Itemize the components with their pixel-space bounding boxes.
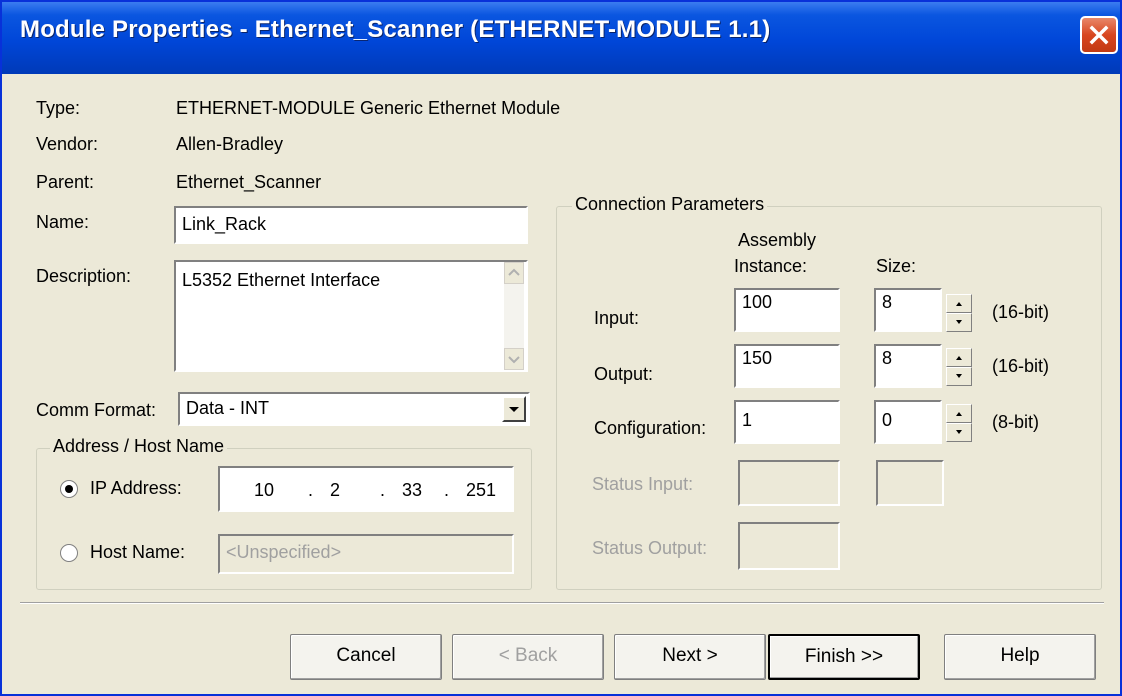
spin-up-icon [956, 412, 962, 416]
output-row-label: Output: [594, 364, 654, 384]
close-icon [1089, 25, 1109, 45]
ip-octet-4: 251 [466, 480, 497, 500]
close-button[interactable] [1080, 16, 1118, 54]
name-label: Name: [36, 212, 90, 232]
button-separator [20, 602, 1104, 604]
comm-format-label: Comm Format: [36, 400, 157, 420]
name-input[interactable]: Link_Rack [174, 206, 528, 244]
back-button[interactable]: < Back [452, 634, 604, 680]
configuration-size-field[interactable]: 0 [874, 400, 942, 444]
host-name-label: Host Name: [90, 542, 186, 562]
comm-format-select[interactable]: Data - INT [178, 392, 530, 426]
output-unit-label: (16-bit) [992, 356, 1050, 376]
output-instance-field[interactable]: 150 [734, 344, 840, 388]
dropdown-arrow-icon [509, 407, 519, 412]
scroll-up-button[interactable] [504, 262, 524, 284]
output-size-field[interactable]: 8 [874, 344, 942, 388]
spin-down-icon [956, 320, 962, 324]
ip-dot-1: . [308, 480, 314, 500]
window-title: Module Properties - Ethernet_Scanner (ET… [20, 16, 771, 43]
finish-button[interactable]: Finish >> [768, 634, 920, 680]
configuration-size-spinner[interactable] [946, 404, 972, 442]
size-header: Size: [876, 256, 917, 276]
ip-octet-2: 2 [330, 480, 341, 500]
spin-down-icon [956, 374, 962, 378]
down-arrow-icon [508, 356, 520, 364]
title-bar[interactable]: Module Properties - Ethernet_Scanner (ET… [2, 2, 1120, 74]
status-input-label: Status Input: [592, 474, 694, 494]
ip-address-input[interactable]: 10 . 2 . 33 . 251 [218, 466, 514, 512]
module-properties-dialog: Module Properties - Ethernet_Scanner (ET… [0, 0, 1122, 696]
spin-up-button[interactable] [946, 348, 972, 367]
host-name-radio[interactable] [60, 544, 78, 562]
description-field[interactable]: L5352 Ethernet Interface [174, 260, 528, 372]
status-input-size-field[interactable] [876, 460, 944, 506]
input-instance-field[interactable]: 100 [734, 288, 840, 332]
ip-dot-3: . [444, 480, 450, 500]
description-text: L5352 Ethernet Interface [182, 270, 381, 290]
host-name-input[interactable]: <Unspecified> [218, 534, 514, 574]
spin-up-button[interactable] [946, 404, 972, 423]
ip-address-radio[interactable] [60, 480, 78, 498]
parent-value: Ethernet_Scanner [176, 172, 322, 192]
status-output-label: Status Output: [592, 538, 708, 558]
type-label: Type: [36, 98, 81, 118]
address-group-title: Address / Host Name [50, 436, 228, 457]
input-unit-label: (16-bit) [992, 302, 1050, 322]
type-value: ETHERNET-MODULE Generic Ethernet Module [176, 98, 561, 118]
vendor-value: Allen-Bradley [176, 134, 284, 154]
configuration-unit-label: (8-bit) [992, 412, 1040, 432]
spin-up-button[interactable] [946, 294, 972, 313]
input-row-label: Input: [594, 308, 640, 328]
spin-down-button[interactable] [946, 367, 972, 386]
status-input-instance-field[interactable] [738, 460, 840, 506]
comm-format-value: Data - INT [186, 398, 270, 418]
ip-octet-1: 10 [254, 480, 275, 500]
ip-dot-2: . [380, 480, 386, 500]
ip-address-label: IP Address: [90, 478, 182, 498]
status-output-instance-field[interactable] [738, 522, 840, 570]
next-button[interactable]: Next > [614, 634, 766, 680]
spin-down-button[interactable] [946, 313, 972, 332]
spin-down-button[interactable] [946, 423, 972, 442]
description-label: Description: [36, 266, 132, 286]
up-arrow-icon [508, 268, 520, 276]
input-size-spinner[interactable] [946, 294, 972, 332]
help-button[interactable]: Help [944, 634, 1096, 680]
assembly-header-line2: Instance: [734, 256, 808, 276]
output-size-spinner[interactable] [946, 348, 972, 386]
scroll-down-button[interactable] [504, 348, 524, 370]
ip-octet-3: 33 [402, 480, 423, 500]
cancel-button[interactable]: Cancel [290, 634, 442, 680]
assembly-header-line1: Assembly [738, 230, 817, 250]
spin-up-icon [956, 302, 962, 306]
parent-label: Parent: [36, 172, 95, 192]
configuration-instance-field[interactable]: 1 [734, 400, 840, 444]
comm-format-dropdown-button[interactable] [502, 396, 526, 422]
connection-parameters-title: Connection Parameters [572, 194, 768, 215]
input-size-field[interactable]: 8 [874, 288, 942, 332]
configuration-row-label: Configuration: [594, 418, 707, 438]
spin-down-icon [956, 430, 962, 434]
description-scrollbar[interactable] [504, 262, 524, 370]
vendor-label: Vendor: [36, 134, 99, 154]
spin-up-icon [956, 356, 962, 360]
